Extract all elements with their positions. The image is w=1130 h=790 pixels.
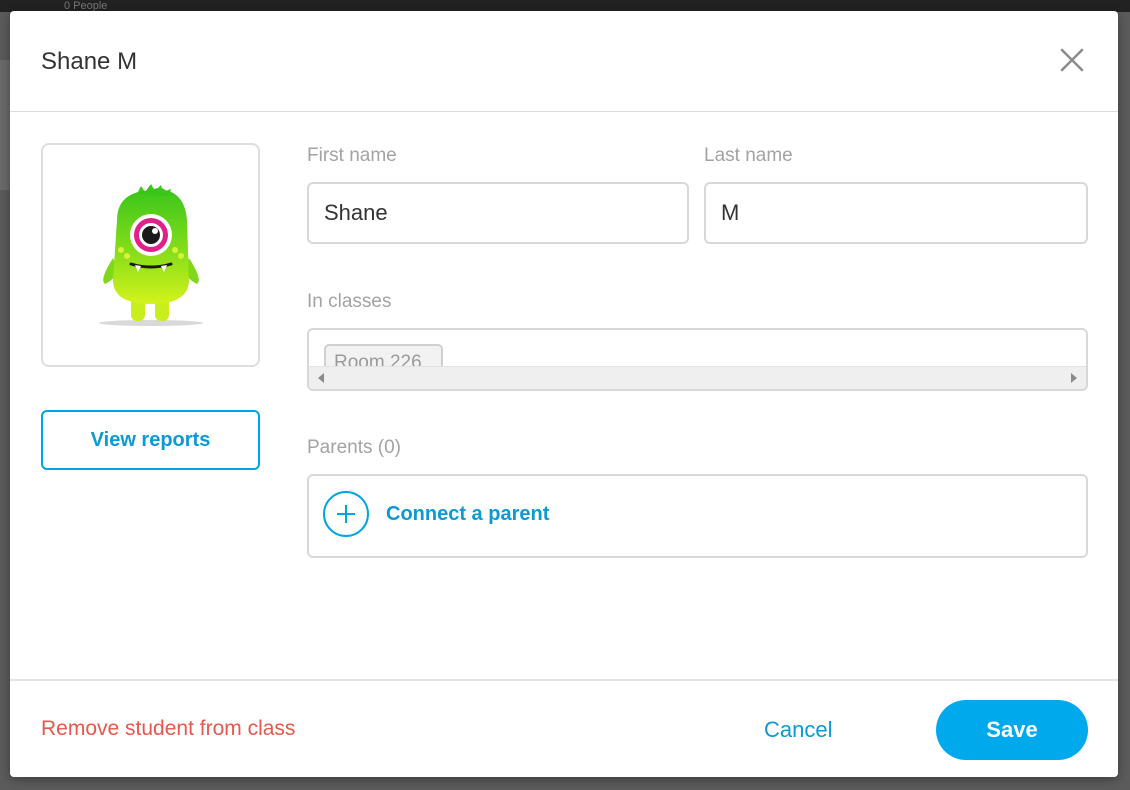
save-button[interactable]: Save: [936, 700, 1088, 760]
last-name-label: Last name: [704, 145, 793, 166]
first-name-field[interactable]: [307, 182, 689, 244]
last-name-field[interactable]: [704, 182, 1088, 244]
connect-parent-label: Connect a parent: [386, 502, 550, 525]
in-classes-label: In classes: [307, 291, 392, 312]
connect-parent-button[interactable]: Connect a parent: [323, 490, 549, 538]
modal-title: Shane M: [41, 48, 138, 75]
first-name-label: First name: [307, 145, 397, 166]
modal-header: Shane M: [10, 11, 1118, 112]
parents-label: Parents (0): [307, 437, 401, 458]
edit-student-modal: Shane M View reports First name Shane La…: [10, 11, 1118, 777]
remove-student-link[interactable]: Remove student from class: [41, 717, 295, 741]
view-reports-button[interactable]: View reports: [41, 410, 260, 470]
cancel-button[interactable]: Cancel: [764, 717, 832, 743]
close-icon: [1060, 48, 1084, 72]
close-button[interactable]: [1054, 42, 1090, 78]
scroll-right-arrow-icon[interactable]: [1071, 373, 1077, 383]
classes-list[interactable]: Room 226: [307, 328, 1088, 391]
green-monster-avatar-icon: [98, 184, 203, 326]
parents-panel: Connect a parent: [307, 474, 1088, 558]
horizontal-scrollbar[interactable]: [309, 366, 1086, 389]
plus-circle-icon: [323, 491, 369, 537]
modal-footer: Remove student from class Cancel Save: [10, 679, 1118, 777]
scroll-left-arrow-icon[interactable]: [318, 373, 324, 383]
student-avatar[interactable]: [41, 143, 260, 367]
